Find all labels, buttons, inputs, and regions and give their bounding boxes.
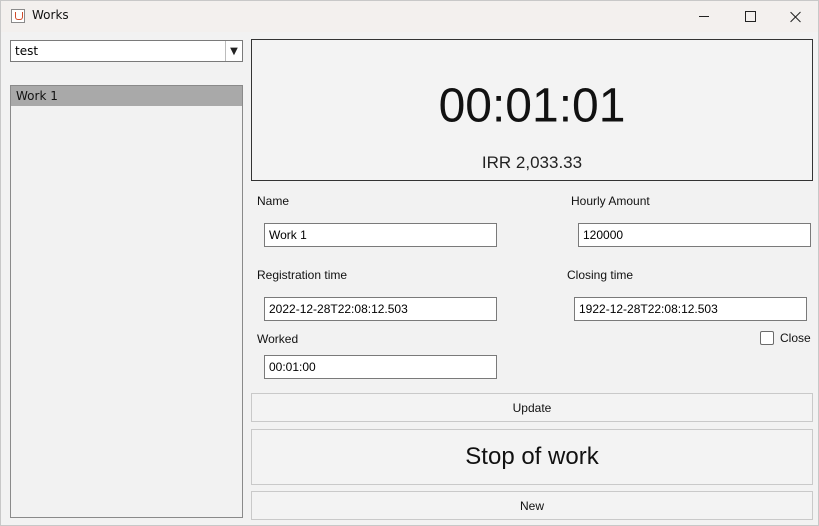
maximize-icon [744,11,756,22]
update-button[interactable]: Update [251,393,813,422]
works-list[interactable]: Work 1 [10,85,243,518]
title-bar: Works [1,1,818,32]
app-window: Works test ▼ Work 1 00:01:01 IRR 2,033.3… [0,0,819,526]
close-window-button[interactable] [773,1,819,32]
worked-label: Worked [257,332,299,346]
name-label: Name [257,194,290,208]
registration-time-field[interactable]: 2022-12-28T22:08:12.503 [264,297,497,321]
maximize-button[interactable] [727,1,773,32]
name-field[interactable]: Work 1 [264,223,497,247]
worked-field[interactable]: 00:01:00 [264,355,497,379]
elapsed-time: 00:01:01 [438,79,626,133]
minimize-button[interactable] [681,1,727,32]
new-button[interactable]: New [251,491,813,520]
chevron-down-icon[interactable]: ▼ [225,41,242,61]
closing-time-field[interactable]: 1922-12-28T22:08:12.503 [574,297,807,321]
project-combobox[interactable]: test ▼ [10,40,243,62]
close-checkbox[interactable] [760,331,774,345]
closing-time-label: Closing time [567,268,634,282]
minimize-icon [699,16,709,17]
earned-amount: IRR 2,033.33 [481,153,583,172]
hourly-amount-field[interactable]: 120000 [578,223,811,247]
close-icon [790,11,802,23]
list-item[interactable]: Work 1 [11,86,242,106]
hourly-amount-label: Hourly Amount [571,194,650,208]
window-title: Works [32,8,69,22]
project-combobox-value: test [15,44,39,58]
stop-work-button[interactable]: Stop of work [251,429,813,485]
timer-display: 00:01:01 IRR 2,033.33 [251,39,813,181]
close-checkbox-label[interactable]: Close [780,331,811,345]
registration-time-label: Registration time [257,268,348,282]
java-app-icon [11,9,25,23]
